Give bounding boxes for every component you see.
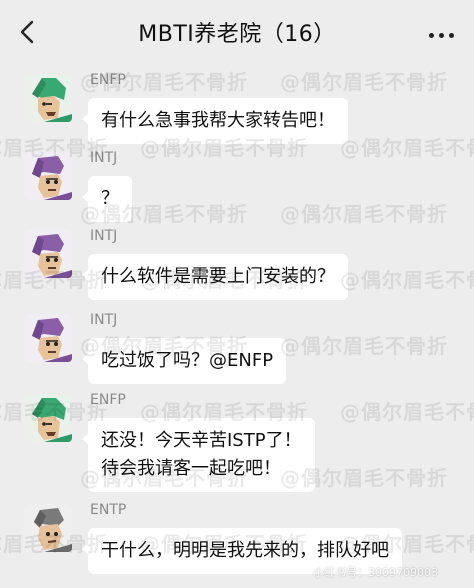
message-bubble[interactable]: ？ [82, 176, 132, 222]
sender-name: ENFP [90, 72, 126, 88]
sender-name: ENTP [90, 502, 127, 518]
back-button[interactable] [14, 18, 40, 46]
message-list: ENFP 有什么急事我帮大家转告吧！ INTJ ？ INTJ 什么软件是需要上门… [0, 64, 474, 588]
message-text: ？ [101, 188, 119, 209]
message-bubble[interactable]: 什么软件是需要上门安装的？ [82, 254, 348, 300]
message-text: 还没！今天辛苦ISTP了！ [101, 430, 302, 451]
footer-watermark: 小红书号：3009709003 [313, 566, 438, 579]
sender-name: INTJ [90, 228, 118, 244]
intj-avatar[interactable] [24, 230, 72, 278]
chat-title: MBTI养老院（16） [138, 22, 336, 47]
intj-avatar[interactable] [24, 314, 72, 362]
message-text: 待会我请客一起吃吧！ [101, 458, 281, 479]
intj-avatar[interactable] [24, 152, 72, 200]
sender-name: ENFP [90, 392, 126, 408]
message-text: 吃过饭了吗？@ENFP [101, 350, 274, 371]
chat-header: MBTI养老院（16） [0, 0, 474, 64]
message-bubble[interactable]: 吃过饭了吗？@ENFP [81, 338, 287, 384]
message-text: 干什么，明明是我先来的，排队好吧 [101, 540, 389, 561]
chevron-left-icon [20, 20, 34, 44]
more-dots-icon [426, 23, 456, 42]
more-button[interactable] [424, 18, 458, 46]
sender-name: INTJ [90, 312, 118, 328]
message-text: 什么软件是需要上门安装的？ [101, 266, 335, 287]
message-bubble[interactable]: 有什么急事我帮大家转告吧！ [82, 98, 348, 144]
message-bubble[interactable]: 还没！今天辛苦ISTP了！ 待会我请客一起吃吧！ [82, 418, 315, 492]
entp-avatar[interactable] [24, 504, 72, 552]
message-text: 有什么急事我帮大家转告吧！ [101, 110, 335, 131]
sender-name: INTJ [90, 150, 118, 166]
enfp-avatar[interactable] [24, 74, 72, 122]
enfp-avatar[interactable] [24, 394, 72, 442]
